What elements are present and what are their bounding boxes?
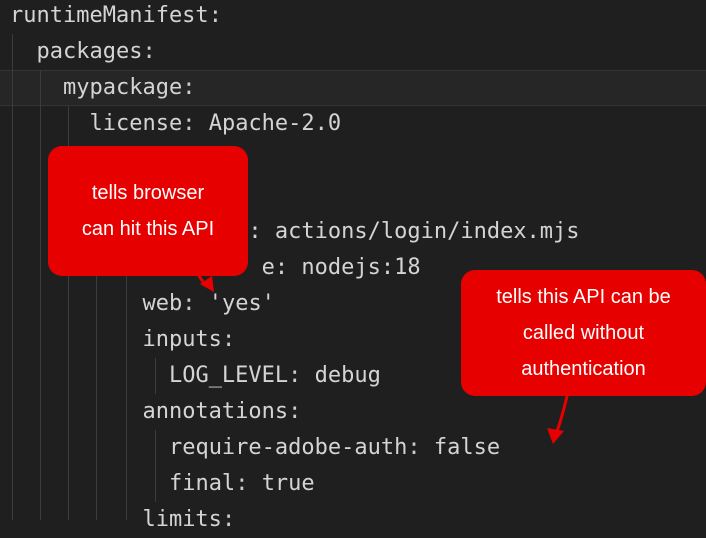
code-line[interactable]: packages: (10, 34, 156, 70)
yaml-key: inputs (142, 327, 222, 352)
yaml-key: final (168, 471, 236, 496)
yaml-key: packages (36, 39, 143, 64)
yaml-separator: : (182, 291, 209, 316)
code-line[interactable]: require-adobe-auth: false (10, 430, 500, 466)
code-line[interactable]: license: Apache-2.0 (10, 106, 341, 142)
code-line[interactable]: runtimeManifest: (10, 0, 222, 34)
yaml-separator: : (407, 435, 434, 460)
yaml-key: annotations (142, 399, 289, 424)
code-line[interactable]: mypackage: (10, 70, 195, 106)
yaml-separator: : (221, 327, 236, 352)
yaml-value: on: actions/login/index.mjs (221, 219, 580, 244)
yaml-key: LOG_LEVEL (168, 363, 289, 388)
yaml-key: web (142, 291, 183, 316)
yaml-separator: : (288, 399, 302, 424)
yaml-key: require-adobe-auth (168, 435, 408, 460)
yaml-value: true (261, 471, 315, 496)
yaml-value: debug (314, 363, 381, 388)
yaml-value: Apache-2.0 (208, 111, 342, 136)
callout-auth-line2: called without (522, 322, 645, 344)
yaml-value: e: nodejs:18 (261, 255, 421, 280)
yaml-value: 'yes' (208, 291, 275, 316)
callout-auth: tells this API can be called without aut… (461, 270, 706, 396)
yaml-key: license (89, 111, 183, 136)
code-line[interactable]: web: 'yes' (10, 286, 275, 322)
yaml-separator: : (235, 471, 262, 496)
yaml-separator: : (142, 39, 156, 64)
callout-auth-line1: tells this API can be (496, 286, 671, 308)
code-line[interactable]: inputs: (10, 322, 235, 358)
code-line[interactable]: final: true (10, 466, 315, 502)
code-line[interactable]: limits: (10, 502, 235, 538)
code-line[interactable]: annotations: (10, 394, 301, 430)
yaml-value: false (433, 435, 501, 460)
callout-browser-line2: can hit this API (81, 218, 215, 240)
yaml-separator: : (182, 111, 209, 136)
callout-browser: tells browser can hit this API (48, 146, 248, 276)
yaml-key: mypackage (62, 75, 183, 100)
code-line[interactable]: LOG_LEVEL: debug (10, 358, 381, 394)
yaml-separator: : (288, 363, 315, 388)
callout-auth-line3: authentication (521, 358, 646, 380)
yaml-separator: : (182, 75, 196, 100)
yaml-separator: : (208, 3, 222, 28)
yaml-key: runtimeManifest (10, 3, 209, 28)
callout-browser-line1: tells browser (91, 182, 205, 204)
